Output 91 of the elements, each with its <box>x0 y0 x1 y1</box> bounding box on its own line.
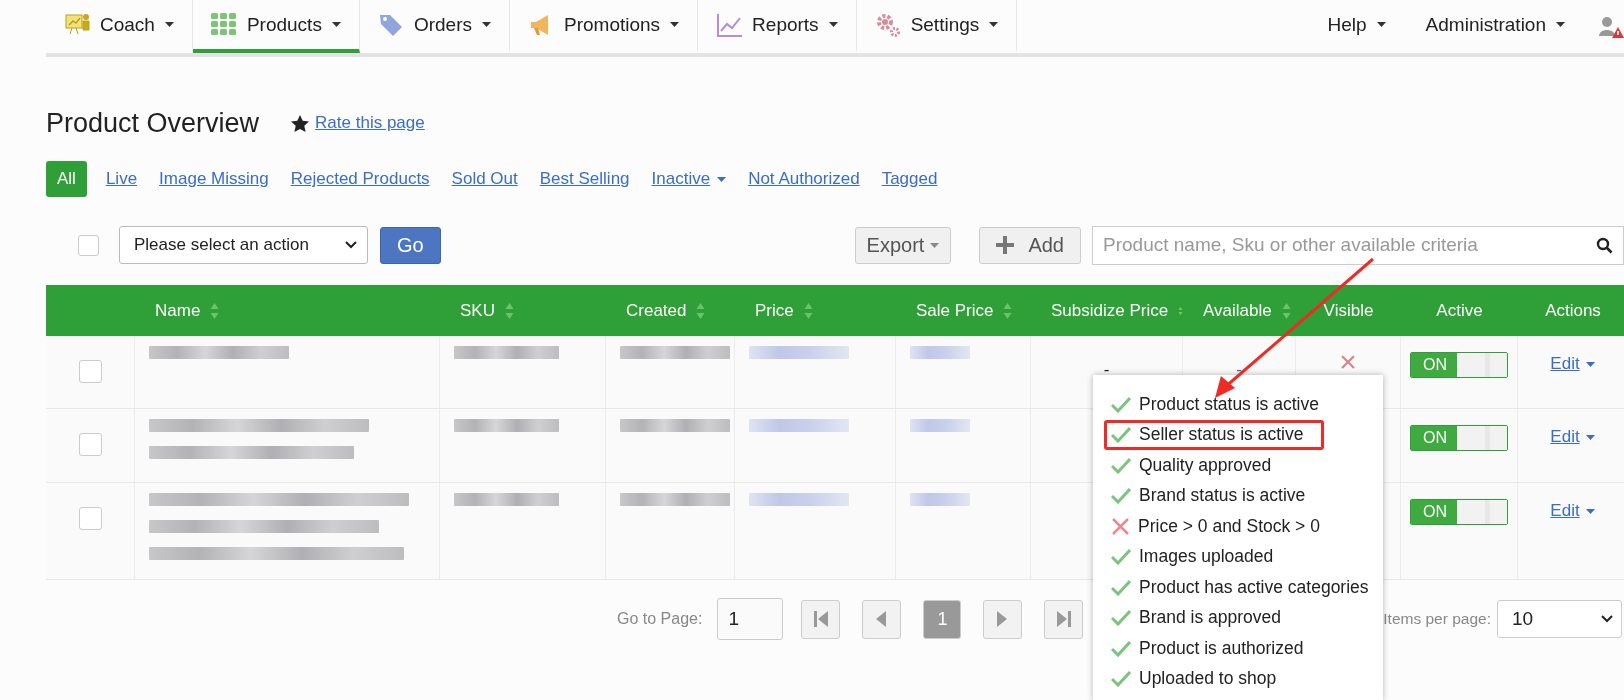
active-toggle[interactable]: ON <box>1410 425 1508 451</box>
caret-icon <box>1585 434 1595 440</box>
column-header: Actions <box>1544 300 1602 321</box>
status-text: Price > 0 and Stock > 0 <box>1138 515 1320 537</box>
caret-icon <box>482 22 491 27</box>
first-page-icon <box>813 611 828 627</box>
chevron-down-icon <box>345 241 357 249</box>
page-input[interactable]: 1 <box>717 598 784 640</box>
page-label: Go to Page: <box>617 610 703 628</box>
status-text: Uploaded to shop <box>1139 668 1277 690</box>
visibility-toggle[interactable]: × <box>1339 346 1357 372</box>
redacted-text <box>910 346 970 359</box>
status-text: Product is authorized <box>1139 637 1304 659</box>
caret-icon <box>1556 22 1565 27</box>
column-header[interactable]: Sale Price <box>896 300 1031 321</box>
page-button[interactable]: 1 <box>923 599 962 639</box>
search-field[interactable]: Product name, Sku or other available criteria <box>1092 225 1624 265</box>
status-text: Brand status is active <box>1139 485 1306 507</box>
checkbox[interactable] <box>78 360 102 383</box>
nav-item[interactable]: Reports <box>698 0 857 53</box>
column-header[interactable]: SKU <box>440 300 606 321</box>
column-header: Visible <box>1322 300 1375 321</box>
line-chart-icon <box>716 11 743 38</box>
previous-icon <box>874 611 889 627</box>
checkbox[interactable] <box>78 433 102 456</box>
caret-icon <box>670 22 680 27</box>
caret-icon <box>331 22 341 27</box>
edit-link[interactable]: Edit <box>1550 501 1595 521</box>
status-text: Brand is approved <box>1139 607 1282 629</box>
go-button[interactable]: Go <box>380 226 441 264</box>
active-toggle[interactable]: ON <box>1410 352 1508 378</box>
next-page-button[interactable] <box>983 599 1023 639</box>
filter-tab[interactable]: Rejected Products <box>287 161 433 197</box>
page-title: Product Overview <box>46 107 260 139</box>
previous-page-button[interactable] <box>862 599 902 639</box>
caret-icon <box>1376 22 1386 27</box>
nav-item[interactable]: Help <box>1307 0 1406 53</box>
caret-icon <box>164 22 174 27</box>
status-text: Product status is active <box>1139 393 1319 415</box>
caret-icon <box>1585 508 1595 514</box>
caret-icon <box>1585 361 1595 367</box>
caret-icon <box>828 22 838 27</box>
last-page-icon <box>1056 611 1071 627</box>
nav-item[interactable]: Coach <box>46 0 193 53</box>
column-header: Active <box>1435 300 1484 321</box>
checkbox[interactable] <box>78 507 102 530</box>
nav-item[interactable]: Settings <box>856 0 1018 53</box>
add-button[interactable]: Add <box>979 226 1081 264</box>
nav-item[interactable]: Products <box>192 0 360 53</box>
column-header[interactable]: Subsidize Price <box>1031 300 1183 321</box>
export-button[interactable]: Export <box>854 226 952 264</box>
edit-link[interactable]: Edit <box>1550 354 1595 374</box>
filter-tab[interactable]: Best Selling <box>536 161 633 197</box>
redacted-text <box>910 493 970 506</box>
column-header[interactable]: Name <box>135 300 440 321</box>
status-text: Quality approved <box>1139 454 1272 476</box>
caret-icon <box>989 22 999 27</box>
plus-icon <box>996 236 1015 254</box>
chevron-down-icon <box>1601 615 1613 623</box>
star-icon <box>291 114 310 132</box>
filter-tab[interactable]: Image Missing <box>156 161 272 197</box>
filter-tab[interactable]: Live <box>102 161 141 197</box>
status-text: Images uploaded <box>1139 546 1274 568</box>
nav-item[interactable]: Orders <box>359 0 510 53</box>
user-warning-icon <box>1599 15 1624 38</box>
status-text: Product has active categories <box>1139 576 1369 598</box>
action-select[interactable]: Please select an action <box>119 226 368 264</box>
nav-item[interactable]: Administration <box>1405 0 1585 53</box>
table-cell-text: - <box>1103 359 1110 380</box>
last-page-button[interactable] <box>1044 599 1084 639</box>
status-text: Seller status is active <box>1139 424 1304 446</box>
column-header[interactable]: Available <box>1183 300 1296 321</box>
items-per-page-label: Items per page: <box>1383 610 1491 628</box>
caret-icon <box>930 242 940 248</box>
filter-tab[interactable]: Sold Out <box>448 161 521 197</box>
filter-tab[interactable]: Not Authorized <box>745 161 863 197</box>
column-header[interactable]: Price <box>735 300 896 321</box>
edit-link[interactable]: Edit <box>1550 427 1595 447</box>
filter-tab[interactable]: Tagged <box>878 161 941 197</box>
active-toggle[interactable]: ON <box>1410 499 1508 525</box>
redacted-text <box>910 419 970 432</box>
checkbox[interactable] <box>78 234 99 256</box>
nav-item[interactable]: Promotions <box>510 0 699 53</box>
first-page-button[interactable] <box>801 599 841 639</box>
items-per-page-select[interactable]: 10 <box>1497 600 1622 638</box>
grid-icon <box>210 11 237 38</box>
filter-tab[interactable]: All <box>46 161 87 197</box>
gears-icon <box>874 11 901 38</box>
column-header[interactable]: Created <box>606 300 735 321</box>
filter-tab[interactable]: Inactive <box>648 161 730 197</box>
rate-link[interactable]: Rate this page <box>315 113 425 133</box>
